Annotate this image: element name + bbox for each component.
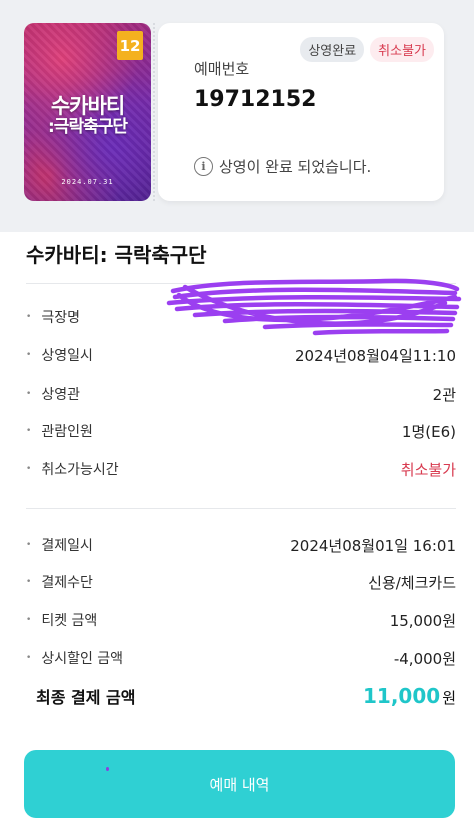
payment-row-date: 결제일시 2024년08월01일 16:01 xyxy=(26,533,456,557)
payment-label: 상시할인 금액 xyxy=(26,648,123,668)
age-rating-badge: 12 xyxy=(117,31,143,60)
cursor-dot xyxy=(106,767,109,771)
payment-value: 15,000원 xyxy=(389,611,456,630)
movie-poster: 12 수카바티 :극락축구단 2024.07.31 xyxy=(24,23,151,201)
divider xyxy=(26,283,456,284)
cancel-status-badge: 취소불가 xyxy=(370,37,434,62)
status-badges: 상영완료 취소불가 xyxy=(300,37,434,62)
detail-value: 1명(E6) xyxy=(401,422,456,441)
reservation-number: 19712152 xyxy=(194,87,317,112)
poster-title-line1: 수카바티 xyxy=(50,94,125,118)
detail-row-showtime: 상영일시 2024년08월04일11:10 xyxy=(26,343,456,367)
final-payment-amount: 11,000 원 xyxy=(363,684,456,708)
detail-row-cancel-deadline: 취소가능시간 취소불가 xyxy=(26,457,456,481)
poster-title: 수카바티 :극락축구단 xyxy=(30,95,145,137)
movie-title: 수카바티: 극락축구단 xyxy=(26,243,207,267)
detail-label: 극장명 xyxy=(26,307,80,327)
final-amount-unit: 원 xyxy=(442,689,456,707)
info-icon: i xyxy=(194,157,213,176)
payment-value: -4,000원 xyxy=(393,649,456,668)
reservation-number-label: 예매번호 xyxy=(194,60,250,78)
detail-value: 2관 xyxy=(432,385,456,404)
payment-value: 신용/체크카드 xyxy=(368,573,456,592)
detail-label: 상영관 xyxy=(26,384,80,404)
payment-row-ticket-price: 티켓 금액 15,000원 xyxy=(26,608,456,632)
detail-label: 취소가능시간 xyxy=(26,459,118,479)
screening-notice-text: 상영이 완료 되었습니다. xyxy=(219,158,372,176)
payment-row-discount: 상시할인 금액 -4,000원 xyxy=(26,646,456,670)
payment-label: 티켓 금액 xyxy=(26,610,97,630)
detail-row-screen: 상영관 2관 xyxy=(26,382,456,406)
detail-label: 관람인원 xyxy=(26,421,93,441)
final-payment-label: 최종 결제 금액 xyxy=(36,688,136,707)
poster-title-line2: :극락축구단 xyxy=(48,117,128,138)
poster-date: 2024.07.31 xyxy=(61,178,114,186)
final-amount-value: 11,000 xyxy=(363,684,441,708)
detail-label: 상영일시 xyxy=(26,345,93,365)
detail-row-audience: 관람인원 1명(E6) xyxy=(26,419,456,443)
reservation-history-button[interactable]: 예매 내역 xyxy=(24,750,455,818)
status-badge: 상영완료 xyxy=(300,37,365,62)
payment-label: 결제일시 xyxy=(26,535,93,555)
divider xyxy=(26,508,456,509)
payment-label: 결제수단 xyxy=(26,572,93,592)
detail-value: 취소불가 xyxy=(400,460,456,479)
ticket-card: 12 수카바티 :극락축구단 2024.07.31 상영완료 취소불가 예매번호… xyxy=(24,23,444,201)
payment-value: 2024년08월01일 16:01 xyxy=(290,536,456,555)
detail-value: 2024년08월04일11:10 xyxy=(295,346,456,365)
reservation-info-card: 상영완료 취소불가 예매번호 19712152 i 상영이 완료 되었습니다. xyxy=(153,23,444,201)
final-payment-row: 최종 결제 금액 11,000 원 xyxy=(36,684,456,708)
screening-notice: i 상영이 완료 되었습니다. xyxy=(194,156,371,177)
payment-row-method: 결제수단 신용/체크카드 xyxy=(26,570,456,594)
detail-row-theater: 극장명 xyxy=(26,305,456,329)
